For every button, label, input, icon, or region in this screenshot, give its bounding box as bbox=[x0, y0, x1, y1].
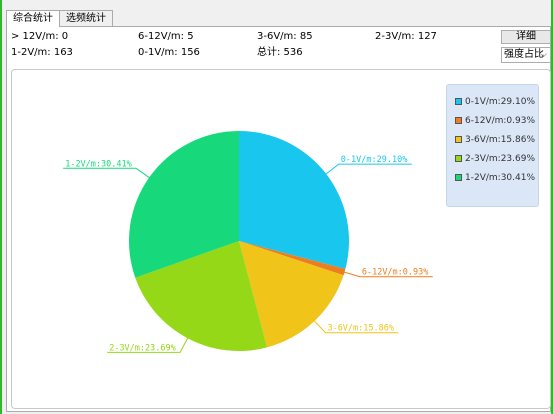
legend-item[interactable]: 0-1V/m:29.10% bbox=[455, 97, 535, 107]
pie-data-label: 0-1V/m:29.10% bbox=[341, 155, 408, 165]
legend-label: 1-2V/m:30.41% bbox=[465, 173, 536, 183]
pie-chart-area: 0-1V/m:29.10% 6-12V/m:0.93% 3-6V/m:15.86% 2… bbox=[11, 69, 551, 409]
legend-label: 3-6V/m:15.86% bbox=[465, 135, 536, 145]
pie-leader-line bbox=[324, 163, 412, 176]
legend-item[interactable]: 1-2V/m:30.41% bbox=[455, 173, 535, 183]
tab-bar: 综合统计 选频统计 bbox=[6, 10, 113, 27]
stat-2-3: 2-3V/m: 127 bbox=[375, 31, 437, 42]
stat-above-12: > 12V/m: 0 bbox=[11, 31, 69, 42]
legend-label: 0-1V/m:29.10% bbox=[465, 97, 536, 107]
stat-3-6: 3-6V/m: 85 bbox=[257, 31, 313, 42]
mode-select[interactable]: 强度占比 ⌵ bbox=[501, 47, 551, 63]
legend-swatch bbox=[455, 98, 462, 105]
legend-label: 6-12V/m:0.93% bbox=[465, 116, 536, 126]
legend-label: 2-3V/m:23.69% bbox=[465, 154, 536, 164]
pie-data-label: 3-6V/m:15.86% bbox=[327, 324, 394, 334]
mode-select-value: 强度占比 bbox=[504, 49, 544, 60]
legend-item[interactable]: 6-12V/m:0.93% bbox=[455, 116, 535, 126]
stat-1-2: 1-2V/m: 163 bbox=[11, 47, 73, 58]
stat-6-12: 6-12V/m: 5 bbox=[138, 31, 194, 42]
pie-data-label: 1-2V/m:30.41% bbox=[65, 159, 132, 169]
tab-frequency-statistics[interactable]: 选频统计 bbox=[59, 10, 113, 26]
legend-swatch bbox=[455, 174, 462, 181]
tab-overall-statistics[interactable]: 综合统计 bbox=[6, 10, 60, 27]
stats-summary: > 12V/m: 0 6-12V/m: 5 3-6V/m: 85 2-3V/m:… bbox=[11, 30, 491, 62]
legend-item[interactable]: 3-6V/m:15.86% bbox=[455, 135, 535, 145]
detail-button[interactable]: 详细 bbox=[501, 30, 551, 44]
legend-swatch bbox=[455, 155, 462, 162]
legend-swatch bbox=[455, 136, 462, 143]
app-window: 综合统计 选频统计 > 12V/m: 0 6-12V/m: 5 3-6V/m: … bbox=[0, 0, 553, 414]
legend-item[interactable]: 2-3V/m:23.69% bbox=[455, 154, 535, 164]
legend-swatch bbox=[455, 117, 462, 124]
pie-data-label: 6-12V/m:0.93% bbox=[362, 268, 429, 278]
pie-leader-line bbox=[63, 167, 152, 180]
chevron-down-icon: ⌵ bbox=[540, 50, 547, 60]
statistics-panel: > 12V/m: 0 6-12V/m: 5 3-6V/m: 85 2-3V/m:… bbox=[6, 26, 551, 412]
stat-total: 总计: 536 bbox=[257, 47, 303, 58]
stat-0-1: 0-1V/m: 156 bbox=[138, 47, 200, 58]
pie-data-label: 2-3V/m:23.69% bbox=[109, 343, 176, 353]
chart-legend: 0-1V/m:29.10% 6-12V/m:0.93% 3-6V/m:15.86% 2… bbox=[446, 84, 539, 207]
